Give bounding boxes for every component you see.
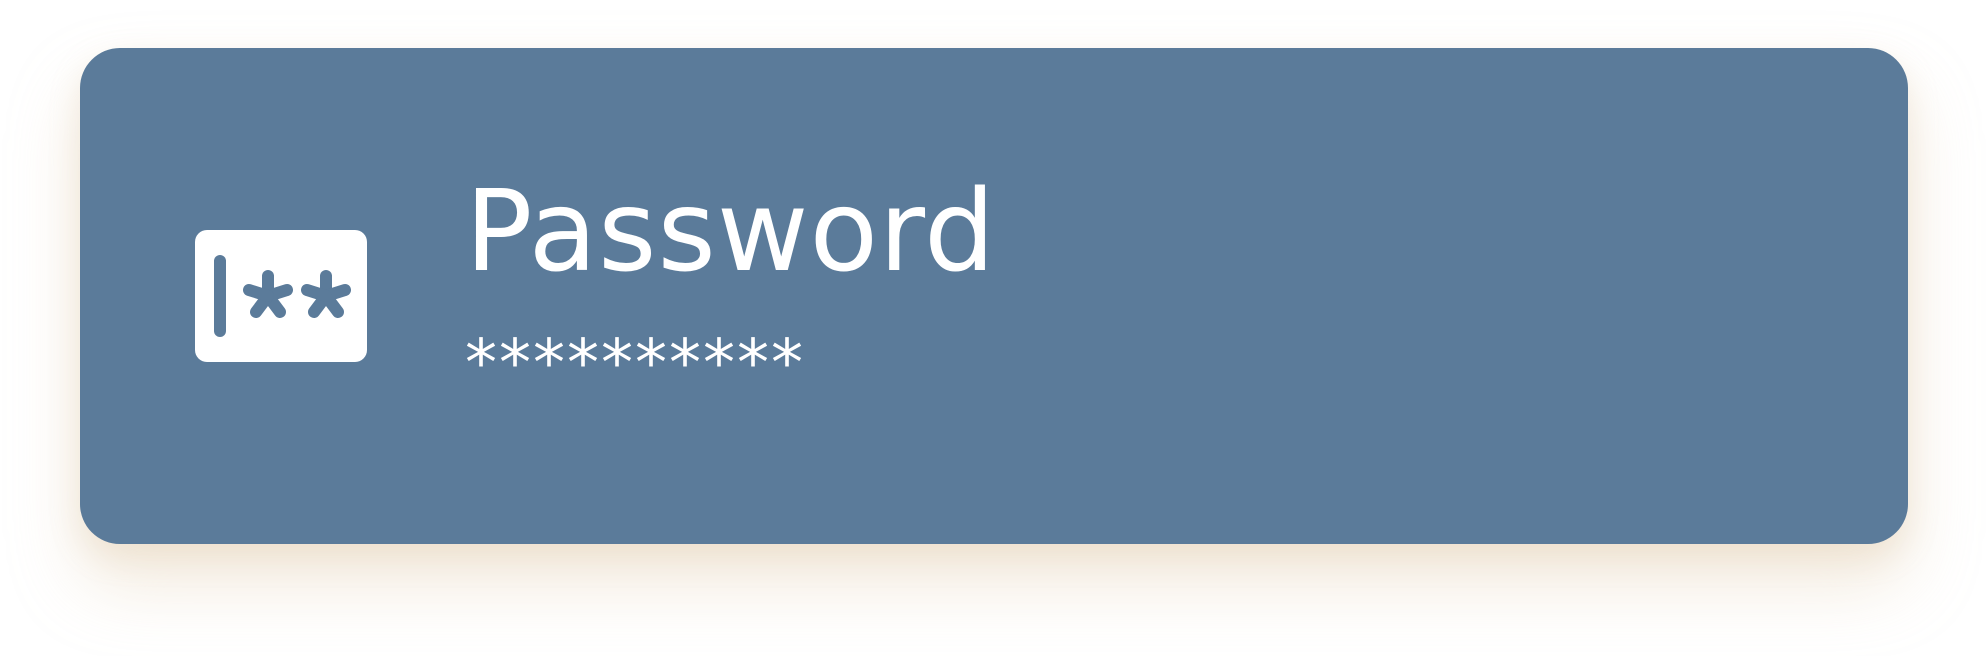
password-field-icon <box>195 230 367 362</box>
password-title: Password <box>465 167 997 297</box>
password-text-block: Password ********** <box>465 176 996 396</box>
password-card[interactable]: Password ********** <box>80 48 1908 544</box>
page: Password ********** <box>0 0 1988 656</box>
masked-password-value: ********** <box>465 327 805 401</box>
